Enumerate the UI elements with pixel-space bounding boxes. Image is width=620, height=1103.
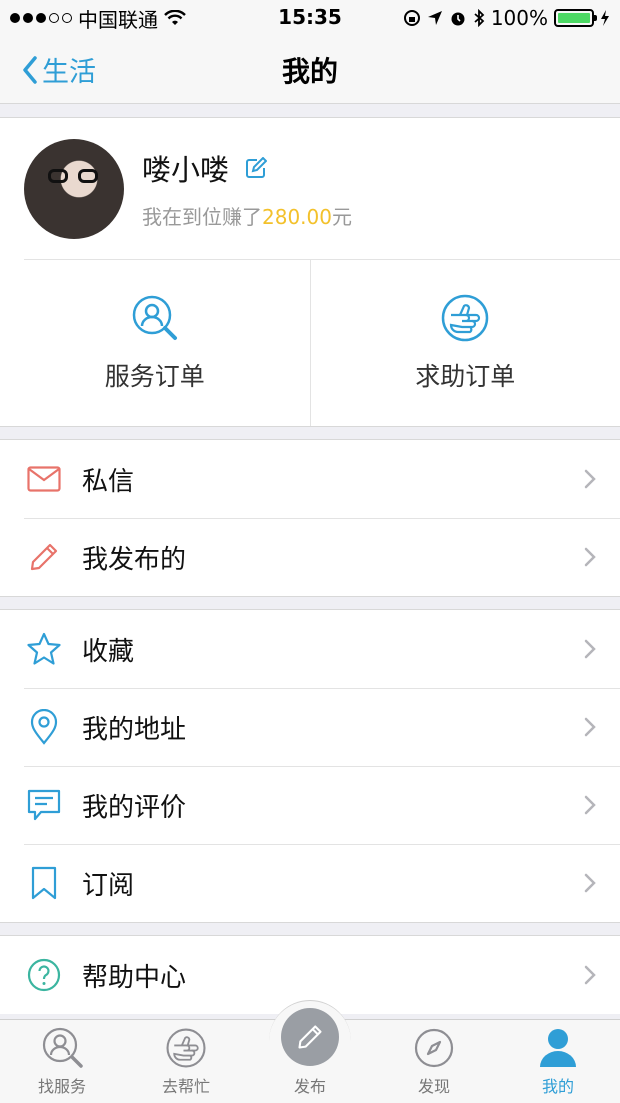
menu-label: 帮助中心 <box>82 962 187 993</box>
bookmark-icon <box>31 866 57 900</box>
star-icon <box>27 632 61 665</box>
menu-label: 我的评价 <box>82 792 187 823</box>
location-arrow-icon <box>427 11 442 25</box>
menu-label: 我发布的 <box>82 544 187 575</box>
menu-item-subscriptions[interactable]: 订阅 <box>0 844 620 922</box>
question-icon <box>27 958 61 992</box>
pencil-icon <box>298 1025 322 1049</box>
tab-mine[interactable]: 我的 <box>496 1020 620 1103</box>
menu-item-my-posts[interactable]: 我发布的 <box>0 518 620 596</box>
service-order-button[interactable]: 服务订单 <box>0 260 310 426</box>
section-divider <box>0 104 620 118</box>
chevron-right-icon <box>584 547 596 567</box>
back-button[interactable]: 生活 <box>0 50 96 89</box>
tab-label: 去帮忙 <box>161 1077 210 1096</box>
bluetooth-icon <box>474 9 485 27</box>
tab-label: 发布 <box>293 1077 326 1096</box>
earnings-text: 我在到位赚了280.00元 <box>142 205 352 229</box>
battery-icon <box>554 9 597 27</box>
tab-label: 找服务 <box>37 1077 86 1096</box>
menu-item-messages[interactable]: 私信 <box>0 440 620 518</box>
help-order-label: 求助订单 <box>415 362 516 391</box>
chevron-right-icon <box>584 717 596 737</box>
chevron-right-icon <box>584 965 596 985</box>
service-order-icon <box>132 295 177 340</box>
menu-label: 私信 <box>82 466 135 497</box>
carrier-label: 中国联通 <box>78 7 158 32</box>
user-icon <box>540 1029 576 1067</box>
menu-group-personal: 收藏 我的地址 我的评价 订阅 <box>0 610 620 922</box>
page-title: 我的 <box>281 54 339 88</box>
battery-percent: 100% <box>490 6 548 30</box>
tab-publish[interactable]: 发布 <box>248 1008 372 1103</box>
orientation-lock-icon <box>403 10 420 26</box>
avatar[interactable] <box>24 138 124 239</box>
wifi-icon <box>164 10 186 25</box>
tab-label: 我的 <box>541 1077 574 1096</box>
help-order-button[interactable]: 求助订单 <box>309 260 620 426</box>
alarm-icon <box>451 12 465 26</box>
charging-icon <box>601 10 609 26</box>
menu-item-reviews[interactable]: 我的评价 <box>0 766 620 844</box>
pencil-icon <box>30 543 58 571</box>
compass-icon <box>414 1028 454 1068</box>
service-order-label: 服务订单 <box>104 362 205 391</box>
comment-icon <box>27 789 61 821</box>
chevron-right-icon <box>584 873 596 893</box>
tab-bar: 找服务 去帮忙 发布 发现 我的 <box>0 1000 620 1103</box>
mail-icon <box>27 466 61 492</box>
menu-label: 订阅 <box>82 870 135 901</box>
menu-item-favorites[interactable]: 收藏 <box>0 610 620 688</box>
navigation-bar: 生活 我的 <box>0 36 620 104</box>
edit-profile-icon[interactable] <box>245 157 268 179</box>
clock: 15:35 <box>278 5 342 29</box>
profile-header[interactable]: 喽小喽 我在到位赚了280.00元 <box>24 118 620 260</box>
section-divider <box>0 596 620 610</box>
help-hand-icon <box>166 1028 206 1068</box>
section-divider <box>0 922 620 936</box>
section-divider <box>0 426 620 440</box>
menu-label: 收藏 <box>82 636 135 667</box>
tab-label: 发现 <box>417 1077 450 1096</box>
username: 喽小喽 <box>142 153 230 187</box>
back-label: 生活 <box>42 57 96 88</box>
find-service-icon <box>42 1027 83 1068</box>
profile-card: 喽小喽 我在到位赚了280.00元 服务订单 求助订单 <box>0 118 620 426</box>
menu-group-messages: 私信 我发布的 <box>0 440 620 596</box>
menu-label: 我的地址 <box>82 714 187 745</box>
menu-item-address[interactable]: 我的地址 <box>0 688 620 766</box>
chevron-right-icon <box>584 639 596 659</box>
chevron-right-icon <box>584 795 596 815</box>
status-bar: 中国联通 15:35 100% <box>0 0 620 36</box>
chevron-left-icon <box>23 55 37 84</box>
tab-find-service[interactable]: 找服务 <box>0 1020 124 1103</box>
publish-button[interactable] <box>281 1008 339 1066</box>
signal-strength-icon <box>10 13 72 23</box>
orders-section: 服务订单 求助订单 <box>0 260 620 426</box>
tab-discover[interactable]: 发现 <box>372 1020 496 1103</box>
help-order-icon <box>442 294 489 342</box>
earnings-amount: 280.00 <box>262 205 332 229</box>
chevron-right-icon <box>584 469 596 489</box>
location-pin-icon <box>30 709 58 745</box>
tab-go-help[interactable]: 去帮忙 <box>124 1020 248 1103</box>
